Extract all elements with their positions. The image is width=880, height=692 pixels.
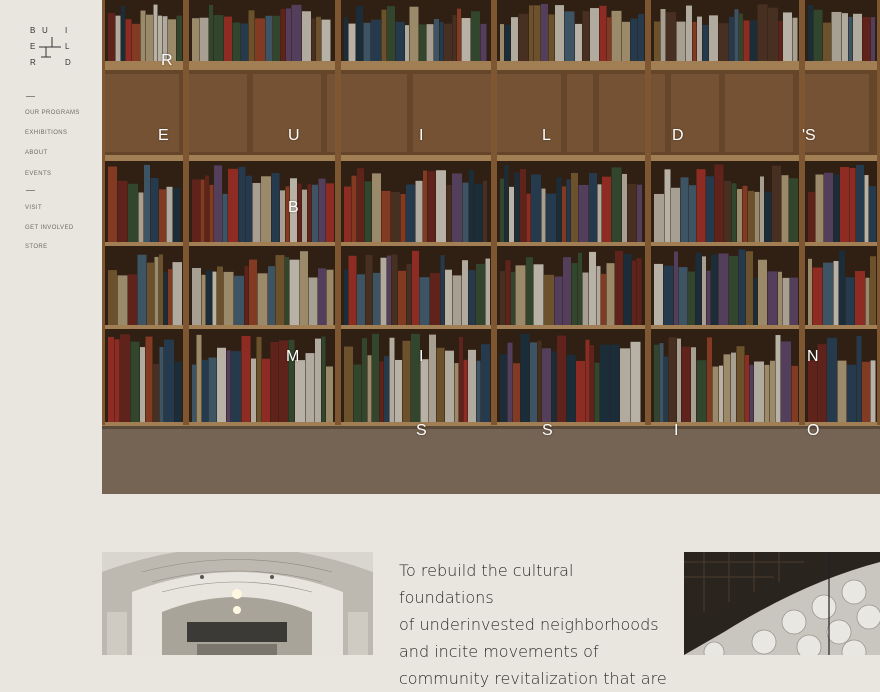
vaulted-hall-illustration bbox=[102, 552, 373, 655]
nav-store[interactable]: STORE bbox=[25, 244, 48, 250]
hero-letter: L bbox=[542, 127, 551, 144]
hero-letter: S bbox=[416, 422, 427, 439]
mission-line: community revitalization that are bbox=[399, 669, 667, 688]
mission-line: To rebuild the cultural foundations bbox=[399, 561, 574, 607]
nav-get-involved[interactable]: GET INVOLVED bbox=[25, 225, 74, 231]
hero-letter: 'S bbox=[802, 127, 816, 144]
hero-letter: M bbox=[286, 348, 300, 365]
mission-statement: To rebuild the cultural foundations of u… bbox=[399, 557, 669, 692]
nav-divider bbox=[26, 190, 35, 191]
ceiling-illustration bbox=[684, 552, 880, 655]
nav-visit[interactable]: VISIT bbox=[25, 205, 42, 211]
mission-line: of underinvested neighborhoods bbox=[399, 615, 659, 634]
ornate-ceiling-photo bbox=[684, 552, 880, 655]
hero-letter: O bbox=[807, 422, 820, 439]
hero-letter: I bbox=[674, 422, 679, 439]
hero-image: R E U I L D 'S B M I N S S I O bbox=[102, 0, 880, 494]
nav-divider bbox=[26, 96, 35, 97]
nav-about[interactable]: ABOUT bbox=[25, 150, 48, 156]
nav-events[interactable]: EVENTS bbox=[25, 171, 51, 177]
hero-letter: D bbox=[672, 127, 684, 144]
bookshelf-illustration bbox=[102, 0, 880, 494]
logo[interactable]: B U I E L R D bbox=[27, 26, 77, 70]
hero-letter: R bbox=[161, 52, 173, 69]
logo-mark-icon bbox=[39, 37, 61, 58]
nav-our-programs[interactable]: OUR PROGRAMS bbox=[25, 110, 80, 116]
sidebar: B U I E L R D OUR PROGRAMS EXHIBITIONS A… bbox=[0, 0, 102, 655]
hero-letter: S bbox=[542, 422, 553, 439]
gallery-interior-photo bbox=[102, 552, 373, 655]
hero-letter: B bbox=[288, 199, 299, 216]
hero-letter: N bbox=[807, 348, 819, 365]
nav-exhibitions[interactable]: EXHIBITIONS bbox=[25, 130, 67, 136]
mission-line: and incite movements of bbox=[399, 642, 599, 661]
hero-letter: I bbox=[419, 348, 424, 365]
hero-letter: E bbox=[158, 127, 169, 144]
hero-letter: I bbox=[419, 127, 424, 144]
hero-letter: U bbox=[288, 127, 300, 144]
